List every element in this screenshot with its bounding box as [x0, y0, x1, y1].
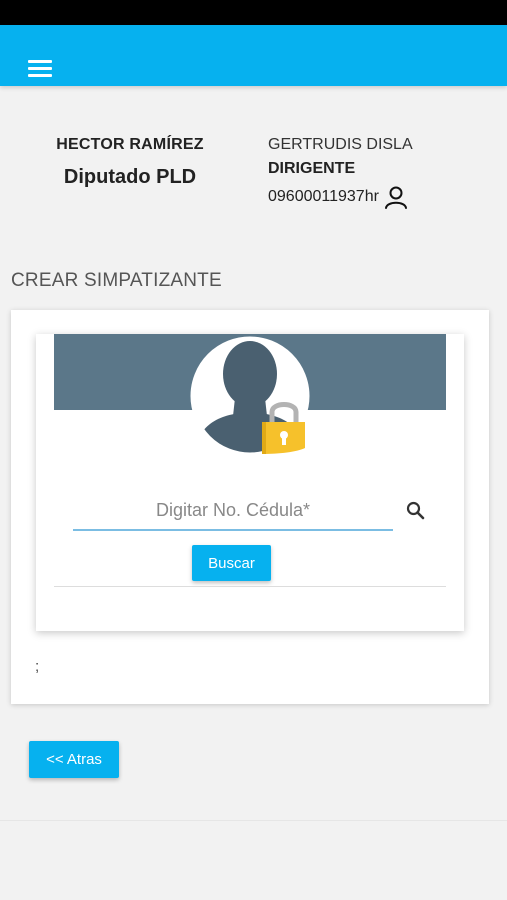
official-name: HECTOR RAMÍREZ	[56, 136, 204, 153]
official-role: Diputado PLD	[63, 166, 197, 188]
user-role: DIRIGENTE	[268, 160, 356, 177]
footer-divider	[0, 820, 507, 821]
back-button[interactable]: << Atras	[29, 741, 119, 778]
user-code-row: 09600011937hr	[268, 184, 498, 210]
divider	[54, 586, 446, 587]
user-name: GERTRUDIS DISLA	[268, 136, 413, 153]
app-bar	[0, 25, 507, 86]
official-info: HECTOR RAMÍREZ Diputado PLD	[30, 136, 230, 189]
form-card: Buscar ;	[11, 310, 489, 704]
cedula-search-input[interactable]	[73, 491, 393, 531]
form-note: ;	[35, 658, 40, 675]
page-title: CREAR SIMPATIZANTE	[11, 270, 222, 291]
search-button[interactable]: Buscar	[192, 545, 271, 581]
search-card: Buscar	[36, 334, 464, 631]
user-info: GERTRUDIS DISLA DIRIGENTE 09600011937hr	[268, 136, 498, 210]
user-code: 09600011937hr	[268, 188, 379, 205]
user-outline-icon[interactable]	[383, 184, 409, 210]
search-icon[interactable]	[405, 500, 427, 522]
status-bar	[0, 0, 507, 25]
locked-user-avatar-icon	[190, 336, 310, 456]
hamburger-menu-icon[interactable]	[28, 60, 52, 78]
